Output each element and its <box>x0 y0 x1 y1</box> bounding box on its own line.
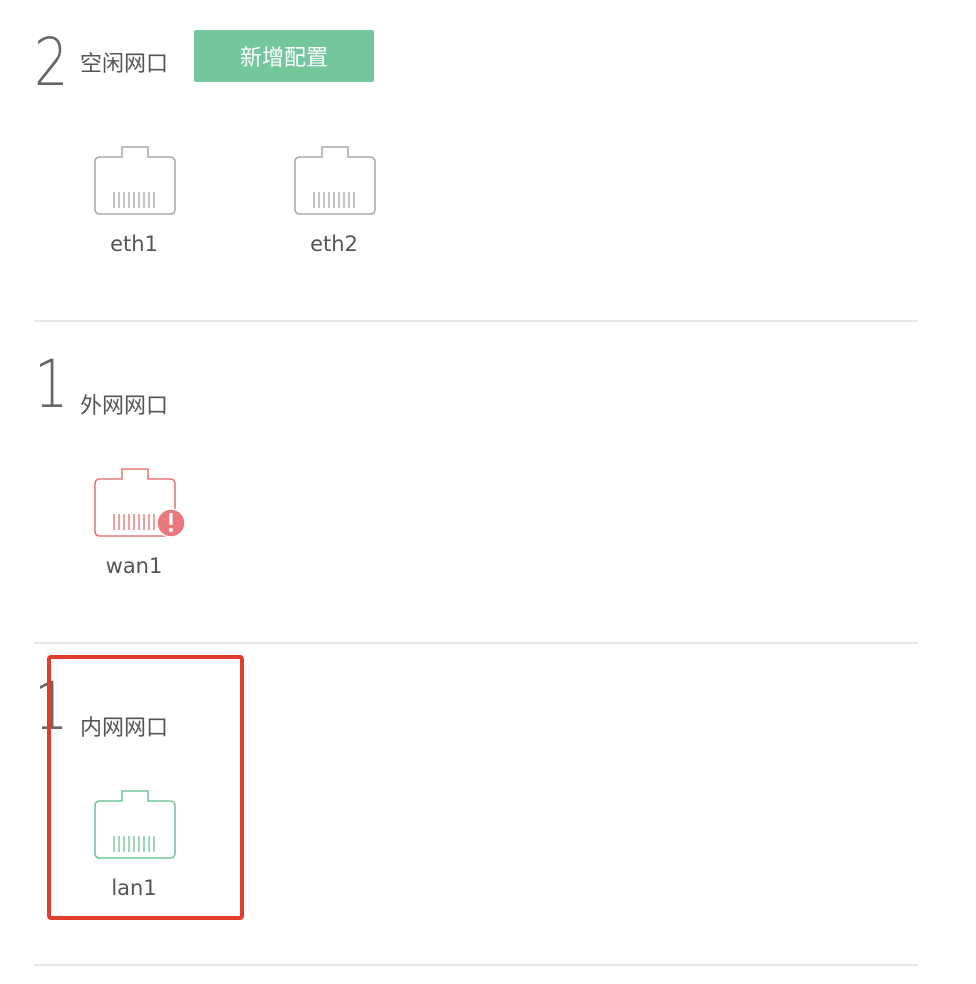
lan-ports-count: 1 <box>34 668 68 745</box>
port-label-lan1: lan1 <box>111 876 157 900</box>
add-config-button[interactable]: 新增配置 <box>194 30 374 82</box>
wan-ports-title: 外网网口 <box>80 394 169 419</box>
lan-ports-title: 内网网口 <box>80 716 169 741</box>
ethernet-port-icon <box>94 790 176 859</box>
ethernet-port-icon <box>94 146 176 215</box>
idle-ports-count: 2 <box>34 24 68 101</box>
port-wan1[interactable]: wan1 <box>74 468 194 588</box>
section-divider <box>34 964 918 966</box>
idle-ports-section: 2 空闲网口 新增配置 eth1 eth2 <box>34 30 918 320</box>
port-eth2[interactable]: eth2 <box>274 146 394 266</box>
wan-ports-count: 1 <box>34 346 68 423</box>
port-label-eth2: eth2 <box>310 232 358 256</box>
idle-ports-title: 空闲网口 <box>80 52 169 77</box>
port-lan1[interactable]: lan1 <box>74 790 194 910</box>
wan-ports-section: 1 外网网口 wan1 <box>34 352 918 642</box>
section-divider <box>34 320 918 322</box>
lan-ports-section: 1 内网网口 lan1 <box>34 674 918 964</box>
network-ports-page: 2 空闲网口 新增配置 eth1 eth2 1 外网网口 wan1 1 内网网口… <box>0 0 976 984</box>
ethernet-port-error-icon <box>94 468 186 538</box>
port-eth1[interactable]: eth1 <box>74 146 194 266</box>
ethernet-port-icon <box>294 146 376 215</box>
section-divider <box>34 642 918 644</box>
port-label-eth1: eth1 <box>110 232 158 256</box>
port-label-wan1: wan1 <box>105 554 163 578</box>
